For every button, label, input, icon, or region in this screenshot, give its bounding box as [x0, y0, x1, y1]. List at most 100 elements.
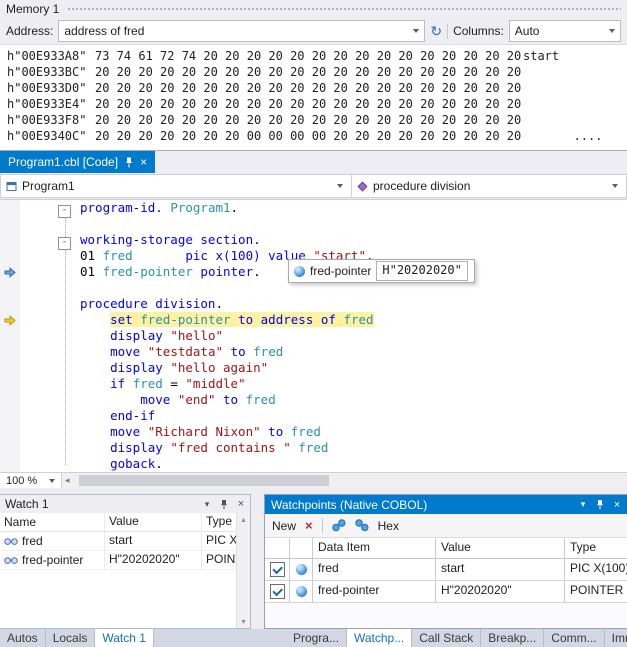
code-line[interactable]: display "hello again" [0, 360, 627, 376]
members-dropdown[interactable]: procedure division [351, 174, 627, 198]
code-line[interactable]: display "hello" [0, 328, 627, 344]
code-text[interactable]: move "end" to fred [74, 392, 276, 408]
chevron-down-icon[interactable] [609, 29, 615, 33]
code-line[interactable]: -working-storage section. [0, 232, 627, 248]
refresh-icon[interactable]: ↻ [430, 24, 442, 38]
code-text[interactable] [74, 280, 80, 296]
code-line[interactable]: set fred-pointer to address of fred [0, 312, 627, 328]
code-text[interactable]: move "Richard Nixon" to fred [74, 424, 321, 440]
code-text[interactable]: 01 fred-pointer pointer. [74, 264, 261, 280]
chevron-down-icon[interactable] [337, 184, 343, 188]
code-line[interactable]: move "Richard Nixon" to fred [0, 424, 627, 440]
code-text[interactable]: program-id. Program1. [74, 200, 238, 216]
watch-col-name[interactable]: Name [0, 513, 105, 531]
panel-tab-locals[interactable]: Locals [46, 629, 96, 647]
panel-tab-progra[interactable]: Progra... [286, 629, 347, 647]
window-grip[interactable] [67, 7, 621, 12]
pin-icon[interactable] [593, 499, 607, 510]
panel-tab-breakp[interactable]: Breakp... [481, 629, 544, 647]
panel-splitter[interactable] [251, 494, 264, 629]
code-line[interactable]: move "end" to fred [0, 392, 627, 408]
pin-icon[interactable] [217, 499, 231, 510]
watch-name-cell[interactable]: fred-pointer [0, 551, 105, 569]
memory-row[interactable]: h"00E933A8"73 74 61 72 74 20 20 20 20 20… [7, 48, 627, 64]
window-position-icon[interactable]: ▾ [200, 499, 214, 510]
types-dropdown[interactable]: Program1 [0, 174, 351, 198]
code-editor[interactable]: -program-id. Program1.-working-storage s… [0, 200, 627, 472]
watchpoint-row[interactable]: fred-pointerH"20202020"POINTER [265, 581, 627, 603]
code-line[interactable]: if fred = "middle" [0, 376, 627, 392]
watchpoint-checkbox[interactable] [270, 562, 285, 577]
code-text[interactable]: set fred-pointer to address of fred [74, 312, 374, 328]
datatip-value[interactable]: H"20202020" [376, 261, 467, 281]
datatip[interactable]: fred-pointer H"20202020" [288, 259, 475, 283]
watchpoints-col-dataitem[interactable]: Data Item [313, 538, 436, 558]
code-text[interactable] [74, 216, 80, 232]
panel-tab-watchp[interactable]: Watchp... [347, 629, 412, 647]
watch-col-value[interactable]: Value [105, 513, 202, 531]
watchpoint-convert-icon[interactable] [355, 519, 369, 532]
scrollbar-thumb[interactable] [79, 475, 329, 486]
chevron-down-icon[interactable] [612, 184, 618, 188]
chevron-down-icon[interactable] [413, 29, 419, 33]
memory-row[interactable]: h"00E933D0"20 20 20 20 20 20 20 20 20 20… [7, 80, 627, 96]
fold-collapse-icon[interactable]: - [58, 237, 71, 250]
new-watchpoint-button[interactable]: New [272, 519, 296, 533]
address-input[interactable]: address of fred [58, 20, 425, 42]
panel-tab-autos[interactable]: Autos [0, 629, 46, 647]
code-line[interactable]: goback. [0, 456, 627, 472]
watchpoint-item-cell[interactable]: fred-pointer [313, 581, 436, 602]
watchpoint-item-cell[interactable]: fred [313, 559, 436, 580]
code-line[interactable]: procedure division. [0, 296, 627, 312]
address-value[interactable]: address of fred [64, 24, 406, 38]
watch-titlebar[interactable]: Watch 1 ▾ × [0, 495, 250, 513]
watchpoints-col-type[interactable]: Type [565, 538, 627, 558]
code-line[interactable] [0, 216, 627, 232]
watchpoint-value-cell[interactable]: start [436, 559, 565, 580]
watchpoints-col-value[interactable]: Value [436, 538, 565, 558]
code-text[interactable]: procedure division. [74, 296, 223, 312]
memory-row[interactable]: h"00E933F8"20 20 20 20 20 20 20 20 20 20… [7, 112, 627, 128]
memory-row[interactable]: h"00E9340C"20 20 20 20 20 20 20 00 00 00… [7, 128, 627, 144]
watch-row[interactable]: fred-pointerH"20202020"POINTER [0, 551, 236, 570]
code-line[interactable]: -program-id. Program1. [0, 200, 627, 216]
watchpoint-checkbox[interactable] [270, 584, 285, 599]
columns-select[interactable]: Auto [509, 20, 621, 42]
code-text[interactable]: display "fred contains " fred [74, 440, 328, 456]
close-icon[interactable]: × [234, 498, 248, 510]
vertical-scrollbar[interactable]: ▴ ▾ [236, 513, 250, 628]
panel-tab-immedi[interactable]: Immedi... [605, 629, 627, 647]
close-icon[interactable]: × [610, 499, 624, 511]
tab-program1-cbl[interactable]: Program1.cbl [Code] × [0, 151, 155, 173]
code-text[interactable]: working-storage section. [74, 232, 261, 248]
code-text[interactable]: if fred = "middle" [74, 376, 246, 392]
watchpoint-row[interactable]: fredstartPIC X(100) [265, 559, 627, 581]
close-icon[interactable]: × [140, 156, 147, 168]
memory-row[interactable]: h"00E933BC"20 20 20 20 20 20 20 20 20 20… [7, 64, 627, 80]
fold-collapse-icon[interactable]: - [58, 205, 71, 218]
code-text[interactable]: display "hello" [74, 328, 223, 344]
panel-tab-call-stack[interactable]: Call Stack [412, 629, 481, 647]
scroll-down-icon[interactable]: ▾ [241, 617, 245, 626]
code-line[interactable]: move "testdata" to fred [0, 344, 627, 360]
scroll-left-icon[interactable]: ◂ [65, 473, 70, 488]
panel-tab-comm[interactable]: Comm... [544, 629, 604, 647]
code-line[interactable]: end-if [0, 408, 627, 424]
memory-row[interactable]: h"00E933E4"20 20 20 20 20 20 20 20 20 20… [7, 96, 627, 112]
watchpoint-set-icon[interactable] [332, 519, 346, 532]
watch-name-cell[interactable]: fred [0, 532, 105, 550]
code-text[interactable]: goback. [74, 456, 163, 472]
pin-icon[interactable] [125, 157, 133, 168]
horizontal-scrollbar[interactable]: ◂ [62, 473, 627, 488]
code-text[interactable]: move "testdata" to fred [74, 344, 283, 360]
zoom-select[interactable]: 100 % [0, 473, 62, 488]
watchpoints-titlebar[interactable]: Watchpoints (Native COBOL) ▾ × [265, 495, 627, 514]
code-line[interactable]: display "fred contains " fred [0, 440, 627, 456]
window-position-icon[interactable]: ▾ [576, 499, 590, 510]
chevron-down-icon[interactable] [49, 479, 55, 483]
watch-col-type[interactable]: Type [202, 513, 236, 531]
code-text[interactable]: display "hello again" [74, 360, 268, 376]
code-text[interactable]: end-if [74, 408, 155, 424]
scroll-up-icon[interactable]: ▴ [241, 515, 245, 524]
delete-watchpoint-icon[interactable]: × [305, 519, 313, 532]
